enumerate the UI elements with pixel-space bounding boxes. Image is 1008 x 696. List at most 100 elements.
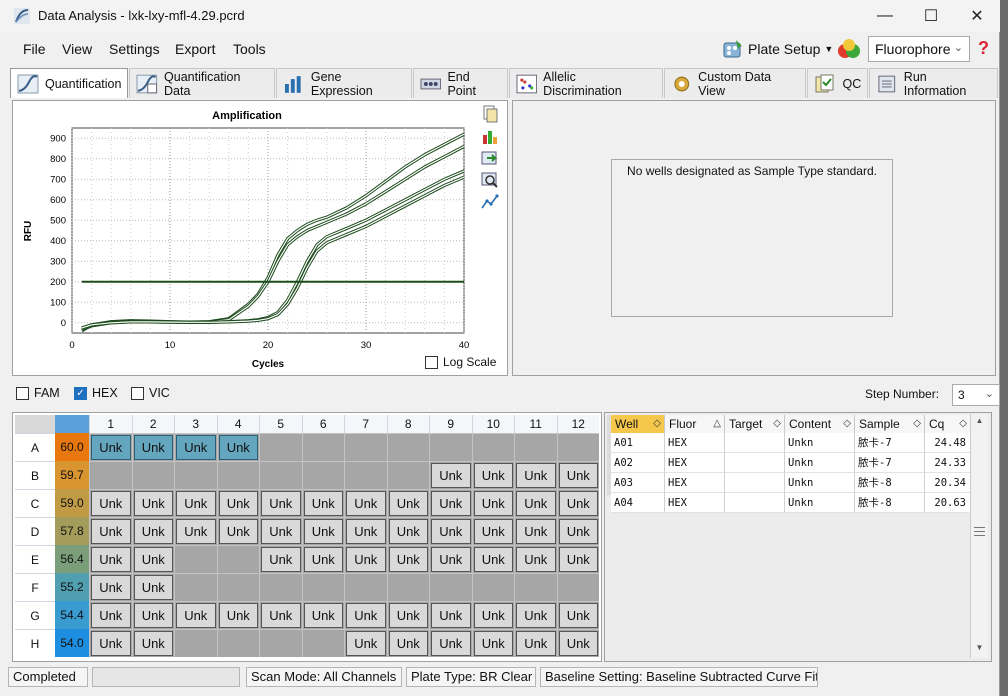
well[interactable]: Unk	[176, 491, 216, 516]
tab-end-point[interactable]: End Point	[412, 68, 508, 98]
plate-cell[interactable]	[301, 461, 344, 489]
well[interactable]: Unk	[91, 631, 131, 656]
plate-cell[interactable]	[471, 433, 514, 461]
well[interactable]: Unk	[218, 491, 258, 516]
column-header[interactable]: 5	[259, 415, 302, 433]
column-header[interactable]: 6	[301, 415, 344, 433]
tab-quantification[interactable]: Quantification	[10, 68, 129, 98]
well[interactable]: Unk	[133, 575, 173, 600]
sort-icon[interactable]: △	[713, 415, 721, 433]
column-header[interactable]: 2	[131, 415, 174, 433]
help-icon[interactable]: ?	[978, 38, 989, 59]
well[interactable]: Unk	[388, 519, 428, 544]
plate-cell[interactable]	[344, 461, 387, 489]
row-header[interactable]: F	[15, 573, 55, 601]
row-header[interactable]: A	[15, 433, 55, 461]
table-cell[interactable]: 20.34	[925, 473, 971, 493]
well[interactable]: Unk	[218, 603, 258, 628]
well[interactable]: Unk	[388, 603, 428, 628]
table-cell[interactable]	[725, 433, 785, 453]
plate-cell[interactable]	[386, 461, 429, 489]
copy-icon[interactable]	[481, 105, 499, 123]
well[interactable]: Unk	[473, 603, 513, 628]
well[interactable]: Unk	[218, 519, 258, 544]
table-cell[interactable]	[725, 493, 785, 513]
menu-tools[interactable]: Tools	[233, 41, 266, 57]
well[interactable]: Unk	[176, 603, 216, 628]
tab-custom-data-view[interactable]: Custom Data View	[663, 68, 807, 98]
plate-cell[interactable]	[259, 433, 302, 461]
column-header[interactable]: Target ◇	[725, 415, 785, 433]
tab-qc[interactable]: QC	[807, 68, 869, 98]
dye-vic-checkbox[interactable]: VIC	[131, 386, 170, 400]
well[interactable]: Unk	[516, 631, 556, 656]
well[interactable]: Unk	[558, 547, 598, 572]
table-cell[interactable]: Unkn	[785, 433, 855, 453]
scroll-down-icon[interactable]: ▼	[973, 643, 986, 656]
step-number-select[interactable]: 3 ⌄	[952, 384, 1000, 406]
table-cell[interactable]: A03	[611, 473, 665, 493]
well[interactable]: Unk	[558, 631, 598, 656]
column-header[interactable]: Sample ◇	[855, 415, 925, 433]
well[interactable]: Unk	[303, 519, 343, 544]
well[interactable]: Unk	[558, 603, 598, 628]
table-cell[interactable]: 24.48	[925, 433, 971, 453]
well[interactable]: Unk	[431, 519, 471, 544]
row-header[interactable]: E	[15, 545, 55, 573]
tab-allelic-discrimination[interactable]: Allelic Discrimination	[508, 68, 663, 98]
plate-cell[interactable]	[344, 573, 387, 601]
column-header[interactable]: Cq ◇	[925, 415, 971, 433]
plate-cell[interactable]	[471, 573, 514, 601]
log-scale-checkbox[interactable]	[425, 355, 438, 369]
well[interactable]: Unk	[133, 435, 173, 460]
table-cell[interactable]: 脓卡-8	[855, 473, 925, 493]
well[interactable]: Unk	[516, 547, 556, 572]
sort-icon[interactable]: ◇	[843, 415, 851, 433]
well[interactable]: Unk	[388, 631, 428, 656]
column-header[interactable]: 7	[344, 415, 387, 433]
sort-icon[interactable]: ◇	[773, 415, 781, 433]
plate-cell[interactable]	[301, 629, 344, 657]
well[interactable]: Unk	[431, 463, 471, 488]
table-cell[interactable]: HEX	[665, 473, 725, 493]
menu-file[interactable]: File	[23, 41, 46, 57]
column-header[interactable]: 8	[386, 415, 429, 433]
row-header[interactable]: D	[15, 517, 55, 545]
column-header[interactable]: 10	[471, 415, 514, 433]
tab-gene-expression[interactable]: Gene Expression	[276, 68, 412, 98]
well[interactable]: Unk	[473, 547, 513, 572]
well[interactable]: Unk	[346, 547, 386, 572]
table-cell[interactable]: 24.33	[925, 453, 971, 473]
well[interactable]: Unk	[303, 547, 343, 572]
table-cell[interactable]: HEX	[665, 493, 725, 513]
plate-cell[interactable]	[216, 629, 259, 657]
well[interactable]: Unk	[558, 463, 598, 488]
plate-setup-button[interactable]: Plate Setup ▼	[722, 36, 833, 62]
well[interactable]: Unk	[558, 491, 598, 516]
minimize-button[interactable]: —	[870, 4, 900, 28]
well[interactable]: Unk	[516, 603, 556, 628]
dye-hex-checkbox[interactable]: ✓ HEX	[74, 386, 118, 400]
well[interactable]: Unk	[473, 631, 513, 656]
log-scale-toggle[interactable]: Log Scale	[425, 355, 496, 369]
sort-icon[interactable]: ◇	[959, 415, 967, 433]
table-cell[interactable]: HEX	[665, 453, 725, 473]
well[interactable]: Unk	[133, 603, 173, 628]
well[interactable]: Unk	[431, 631, 471, 656]
tab-quantification-data[interactable]: Quantification Data	[129, 68, 276, 98]
plate-cell[interactable]	[429, 433, 472, 461]
well[interactable]: Unk	[303, 491, 343, 516]
table-cell[interactable]: Unkn	[785, 473, 855, 493]
well[interactable]: Unk	[91, 575, 131, 600]
well[interactable]: Unk	[431, 491, 471, 516]
plate-cell[interactable]	[259, 573, 302, 601]
sort-icon[interactable]: ◇	[653, 415, 661, 433]
well[interactable]: Unk	[261, 519, 301, 544]
well[interactable]: Unk	[91, 491, 131, 516]
well[interactable]: Unk	[303, 603, 343, 628]
plate-cell[interactable]	[216, 461, 259, 489]
well[interactable]: Unk	[346, 519, 386, 544]
plate-cell[interactable]	[556, 433, 599, 461]
plate-cell[interactable]	[301, 573, 344, 601]
plate-cell[interactable]	[259, 629, 302, 657]
